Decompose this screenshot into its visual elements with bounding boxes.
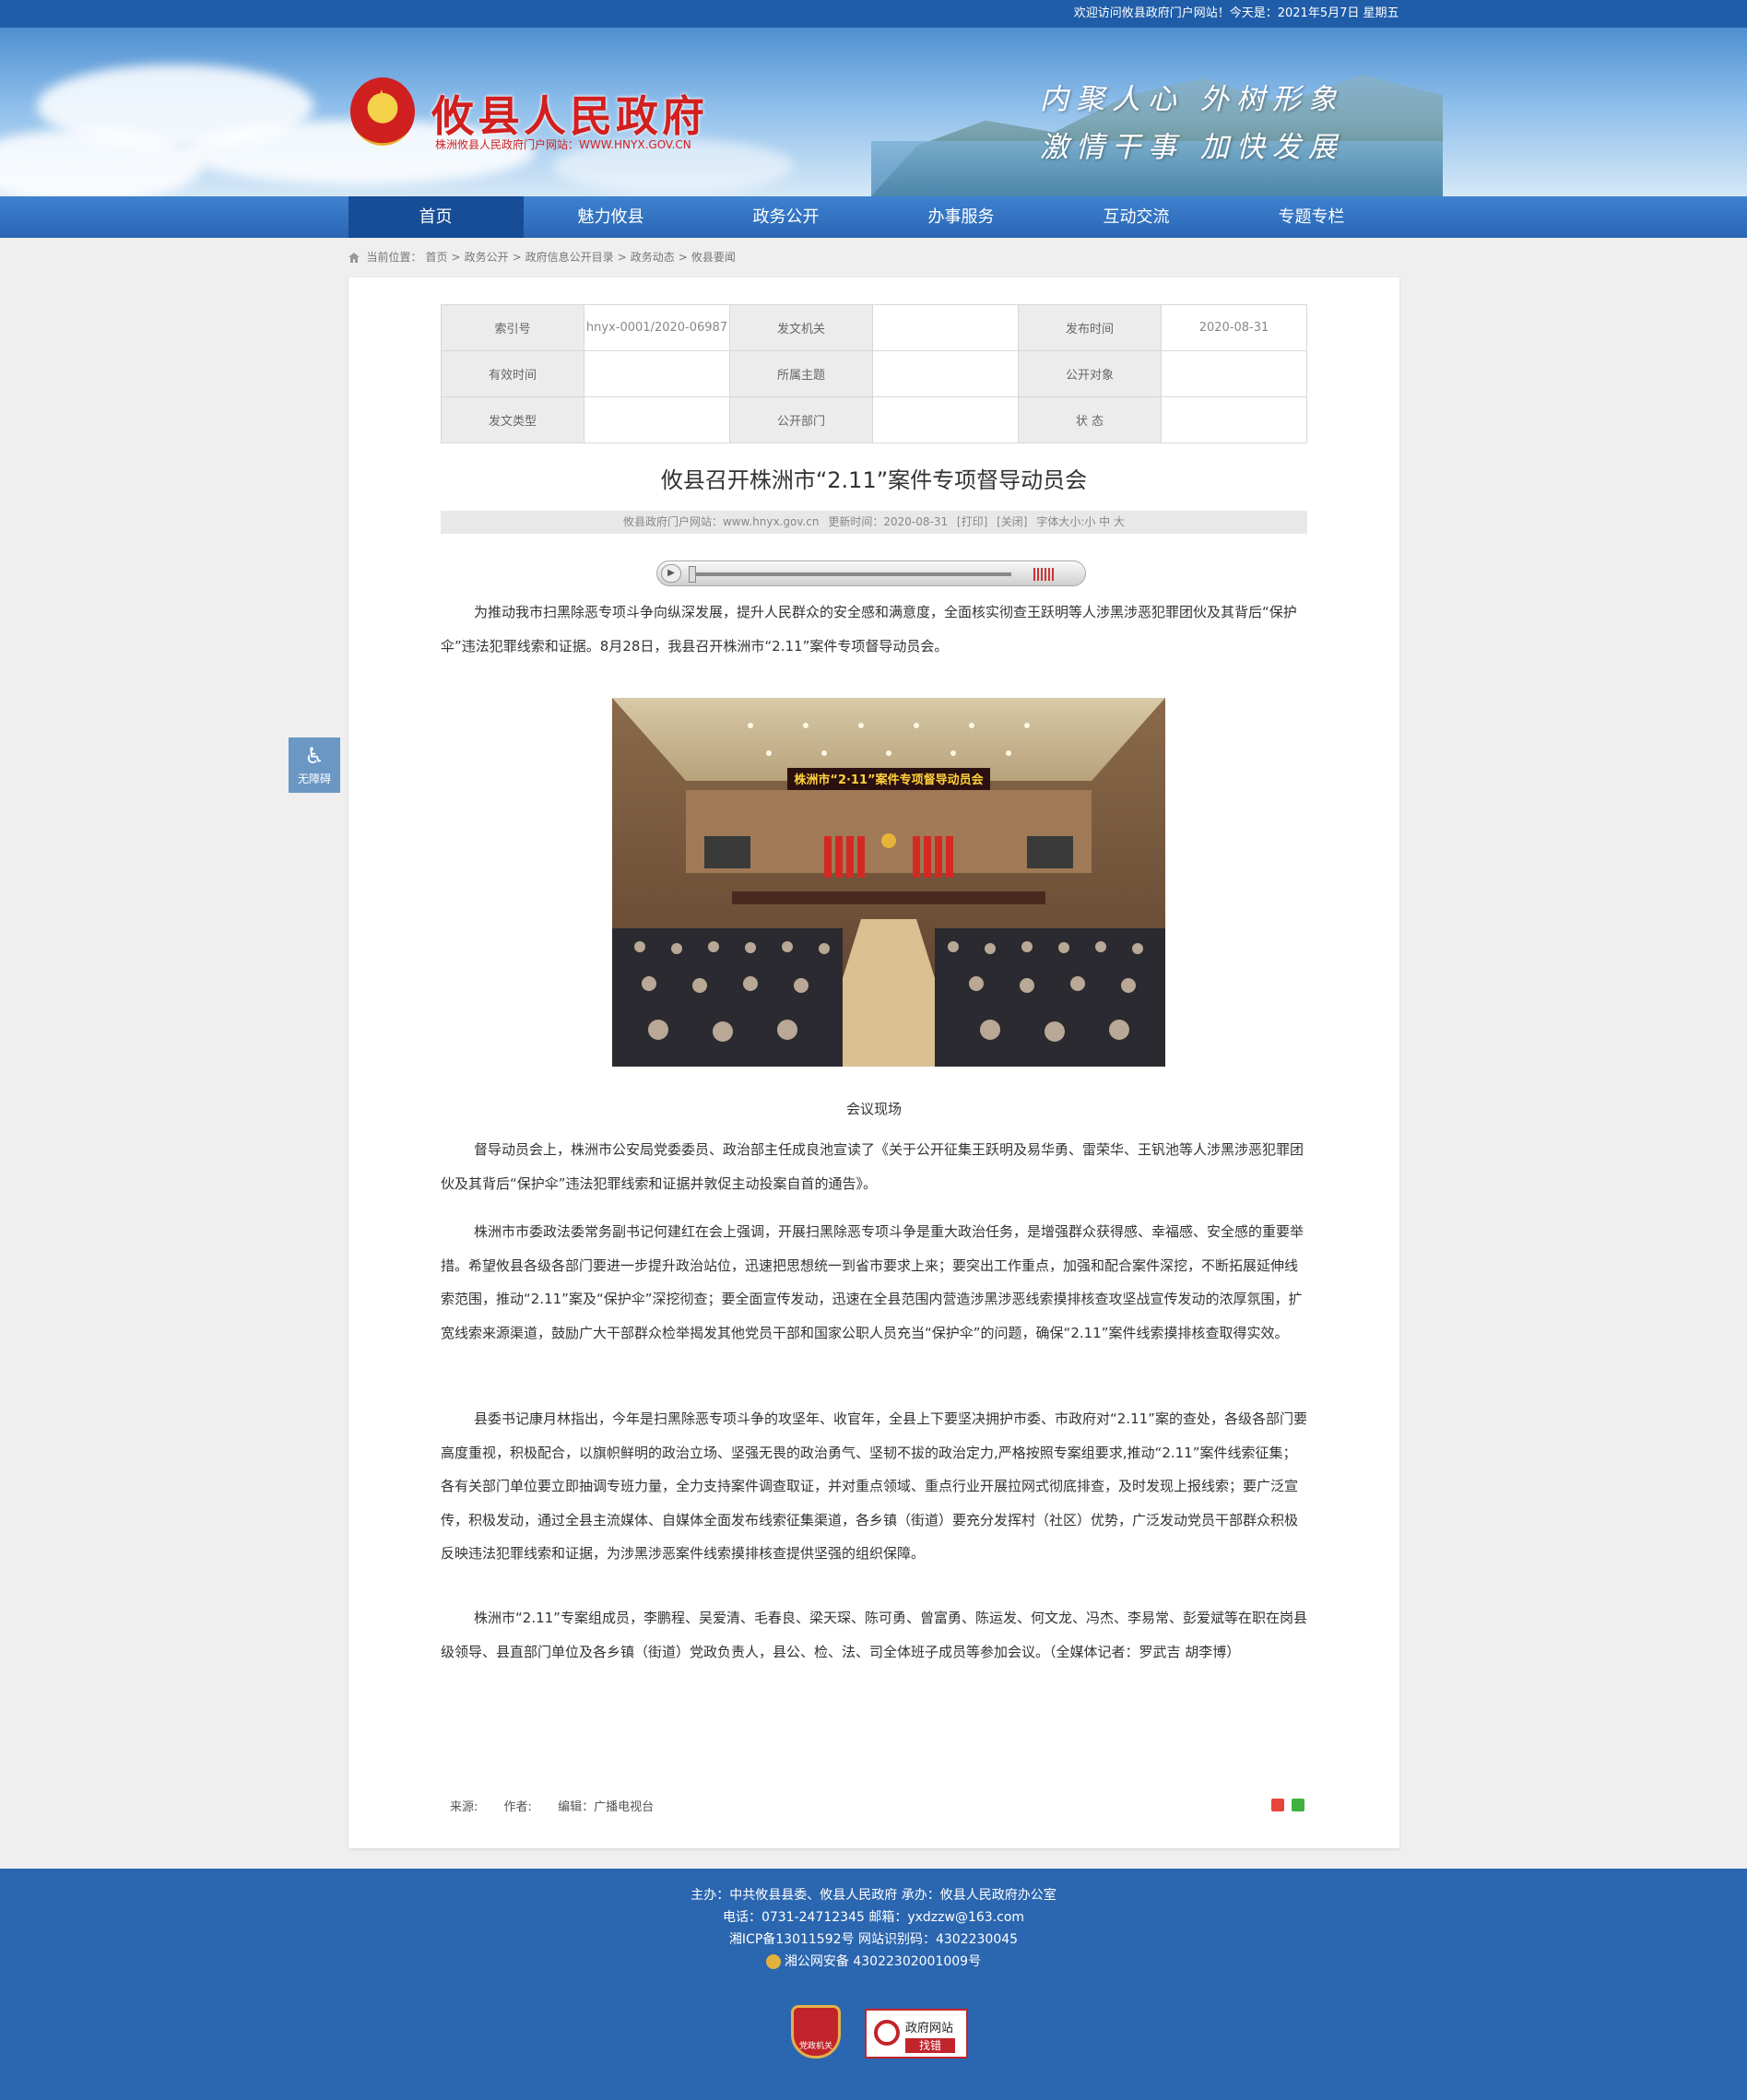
meta-key: 索引号 — [441, 304, 584, 351]
meta-value — [1161, 396, 1307, 443]
document-meta-table: 索引号 hnyx-0001/2020-06987 发文机关 发布时间 2020-… — [441, 304, 1307, 443]
footer-sponsor: 主办：中共攸县县委、攸县人民政府 承办：攸县人民政府办公室 — [691, 1888, 1056, 1903]
meta-value — [584, 350, 730, 397]
party-gov-badge[interactable]: 党政机关 — [791, 2005, 841, 2059]
article-source: 攸县政府门户网站：www.hnyx.gov.cn — [622, 515, 820, 528]
meta-key: 状 态 — [1018, 396, 1162, 443]
photo-banner-text: 株洲市“2·11”案件专项督导动员会 — [794, 773, 984, 787]
source-label: 来源: — [450, 1800, 478, 1814]
font-size-control[interactable]: 字体大小:小 中 大 — [1036, 515, 1125, 528]
slogan-line-1: 内聚人心 外树形象 — [1040, 83, 1344, 116]
meta-key: 发文类型 — [441, 396, 584, 443]
photo-caption: 会议现场 — [845, 1101, 902, 1117]
meta-key: 有效时间 — [441, 350, 584, 397]
meta-key: 公开对象 — [1018, 350, 1162, 397]
national-emblem-icon: ★ — [350, 77, 415, 146]
breadcrumb-sep: > — [617, 251, 627, 264]
meta-value — [872, 304, 1019, 351]
welcome-text: 欢迎访问攸县政府门户网站！今天是：2021年5月7日 星期五 — [1073, 6, 1399, 20]
home-icon — [348, 252, 360, 263]
breadcrumb-item-county-news[interactable]: 攸县要闻 — [691, 238, 736, 277]
meta-key: 公开部门 — [729, 396, 873, 443]
breadcrumb-sep: > — [512, 251, 522, 264]
footer-police-record[interactable]: 湘公网安备 43022302001009号 — [0, 1951, 1747, 1973]
breadcrumb-label: 当前位置： — [366, 251, 422, 264]
close-link[interactable]: [关闭] — [997, 515, 1027, 528]
article-paragraph: 为推动我市扫黑除恶专项斗争向纵深发展，提升人民群众的安全感和满意度，全面核实彻查… — [441, 604, 1297, 655]
breadcrumb-item-home[interactable]: 首页 — [426, 238, 448, 277]
meta-key: 发文机关 — [729, 304, 873, 351]
volume-icon[interactable] — [1033, 568, 1061, 581]
weibo-share-icon[interactable] — [1271, 1799, 1284, 1811]
author-label: 作者: — [503, 1800, 532, 1814]
breadcrumb-item-news[interactable]: 政务动态 — [631, 238, 675, 277]
footer-icp[interactable]: 湘ICP备13011592号 网站识别码：4302230045 — [0, 1929, 1747, 1951]
article-footer-meta: 来源: 作者: 编辑：广播电视台 — [450, 1797, 676, 1814]
article-paragraph: 督导动员会上，株洲市公安局党委委员、政治部主任成良池宣读了《关于公开征集王跃明及… — [441, 1141, 1304, 1192]
site-url: 株洲攸县人民政府门户网站：WWW.HNYX.GOV.CN — [435, 138, 691, 151]
meta-value — [1161, 350, 1307, 397]
accessibility-button[interactable]: ♿ 无障碍 — [289, 737, 340, 793]
audio-player: ▶ — [656, 560, 1086, 586]
editor-label: 编辑：广播电视台 — [558, 1800, 655, 1814]
progress-track[interactable] — [689, 572, 1011, 576]
meta-value: hnyx-0001/2020-06987 — [584, 304, 730, 351]
nav-item-interaction[interactable]: 互动交流 — [1049, 196, 1224, 238]
meta-key: 发布时间 — [1018, 304, 1162, 351]
article-card: 索引号 hnyx-0001/2020-06987 发文机关 发布时间 2020-… — [348, 277, 1399, 1848]
breadcrumb-item-catalog[interactable]: 政府信息公开目录 — [525, 238, 614, 277]
site-footer: 主办：中共攸县县委、攸县人民政府 承办：攸县人民政府办公室 电话：0731-24… — [0, 1869, 1747, 2100]
progress-handle[interactable] — [689, 566, 696, 583]
wheelchair-icon: ♿ — [304, 743, 325, 769]
site-title[interactable]: 攸县人民政府 — [431, 83, 708, 144]
main-nav: 首页 魅力攸县 政务公开 办事服务 互动交流 专题专栏 — [0, 196, 1747, 238]
badge-line1: 政府网站 — [905, 2022, 954, 2035]
article-info-bar: 攸县政府门户网站：www.hnyx.gov.cn 更新时间：2020-08-31… — [441, 511, 1307, 534]
breadcrumb: 当前位置： 首页 > 政务公开 > 政府信息公开目录 > 政务动态 > 攸县要闻 — [348, 238, 1399, 277]
article-title: 攸县召开株洲市“2.11”案件专项督导动员会 — [660, 467, 1088, 493]
play-button[interactable]: ▶ — [661, 564, 681, 583]
article-paragraph: 株洲市市委政法委常务副书记何建红在会上强调，开展扫黑除恶专项斗争是重大政治任务，… — [441, 1223, 1304, 1341]
nav-item-topics[interactable]: 专题专栏 — [1224, 196, 1399, 238]
meeting-photo: 株洲市“2·11”案件专项督导动员会 — [612, 698, 1165, 1067]
slogan-line-2: 激情干事 加快发展 — [1040, 131, 1344, 164]
party-gov-badge-text: 党政机关 — [798, 2042, 832, 2051]
meta-key: 所属主题 — [729, 350, 873, 397]
wechat-share-icon[interactable] — [1292, 1799, 1304, 1811]
badge-line2: 找错 — [905, 2038, 955, 2053]
article-updated: 更新时间：2020-08-31 — [828, 515, 949, 528]
police-badge-icon — [765, 1954, 781, 1969]
meta-value — [584, 396, 730, 443]
police-record-text: 湘公网安备 43022302001009号 — [784, 1954, 982, 1969]
breadcrumb-sep: > — [678, 251, 688, 264]
breadcrumb-sep: > — [451, 251, 461, 264]
breadcrumb-item-gov-affairs[interactable]: 政务公开 — [465, 238, 509, 277]
meta-value: 2020-08-31 — [1161, 304, 1307, 351]
nav-item-charm[interactable]: 魅力攸县 — [524, 196, 699, 238]
top-bar: 欢迎访问攸县政府门户网站！今天是：2021年5月7日 星期五 — [0, 0, 1747, 28]
footer-contact: 电话：0731-24712345 邮箱：yxdzzw@163.com — [722, 1910, 1025, 1925]
magnifier-icon — [874, 2020, 900, 2046]
nav-item-gov-affairs[interactable]: 政务公开 — [699, 196, 874, 238]
nav-item-home[interactable]: 首页 — [348, 196, 524, 238]
share-bar — [1271, 1799, 1304, 1811]
article-paragraph: 县委书记康月林指出，今年是扫黑除恶专项斗争的攻坚年、收官年，全县上下要坚决拥护市… — [441, 1410, 1307, 1562]
meta-value — [872, 350, 1019, 397]
gov-website-error-badge[interactable]: 政府网站 找错 — [865, 2009, 968, 2059]
accessibility-label: 无障碍 — [297, 773, 331, 785]
article-paragraph: 株洲市“2.11”专案组成员，李鹏程、吴爱清、毛春良、梁天琛、陈可勇、曾富勇、陈… — [441, 1610, 1307, 1660]
meta-value — [872, 396, 1019, 443]
nav-item-services[interactable]: 办事服务 — [874, 196, 1049, 238]
site-banner: ★ 攸县人民政府 株洲攸县人民政府门户网站：WWW.HNYX.GOV.CN 内聚… — [0, 28, 1747, 196]
print-link[interactable]: [打印] — [957, 515, 987, 528]
